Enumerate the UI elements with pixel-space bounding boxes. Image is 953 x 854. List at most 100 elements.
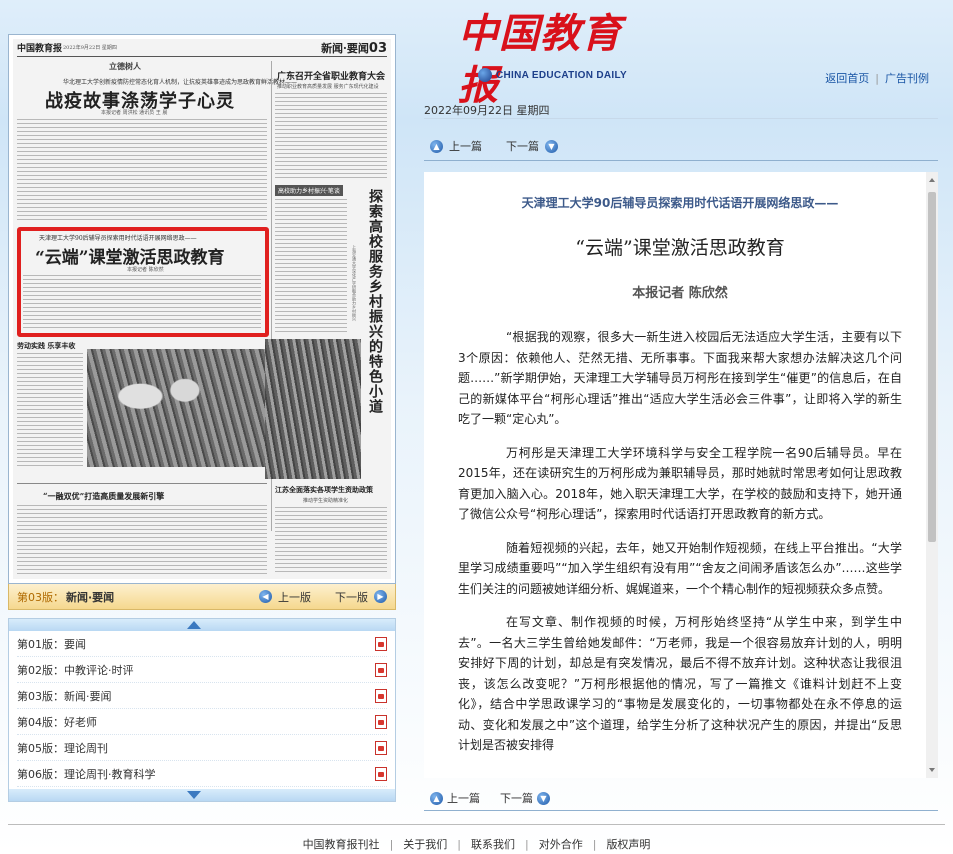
scroll-up-arrow-icon[interactable] [929,178,935,182]
page-list-item[interactable]: 第06版：理论周刊·教育科学 [17,761,387,787]
next-article-button[interactable]: 下一篇 ▼ [506,138,564,154]
article-subtitle: 天津理工大学90后辅导员探索用时代话语开展网络思政—— [521,196,839,210]
pdf-icon[interactable] [375,714,387,729]
right-story-byline: 推动职业教育高质量发展 服务广东现代化建设 [277,84,379,90]
article-nav-bottom: ▲ 上一篇 下一篇 ▼ [430,790,574,806]
page-list-label: 第06版：理论周刊·教育科学 [17,767,156,781]
home-link[interactable]: 返回首页 [825,72,869,85]
photo-caption: 劳动实践 乐享丰收 [17,341,76,350]
field-photo [265,339,361,479]
story1-text-block[interactable] [17,119,267,223]
right-story2-title[interactable]: 江苏全面落实各项学生资助政策 [275,485,373,495]
paper-section-number: 03 [368,41,387,56]
page-list-item[interactable]: 第03版：新闻·要闻 [17,683,387,709]
section-rule [17,483,267,484]
footer-separator: | [592,838,597,851]
right-story2-text-block[interactable] [275,507,387,575]
page-list-item[interactable]: 第05版：理论周刊 [17,735,387,761]
page-list-item[interactable]: 第04版：好老师 [17,709,387,735]
article-title: “云端”课堂激活思政教育 [575,237,785,259]
next-page-label: 下一版 [335,590,368,604]
page-list: 第01版：要闻 第02版：中教评论·时评 第03版：新闻·要闻 第04版：好老师… [8,618,396,802]
prev-article-label: 上一篇 [447,792,480,805]
page-list-label: 第05版：理论周刊 [17,741,108,755]
footer-link-publisher[interactable]: 中国教育报刊社 [303,838,380,851]
divider [424,160,938,161]
arrow-up-icon: ▲ [430,791,443,805]
article-paragraph: “根据我的观察，很多大一新生进入校园后无法适应大学生活，主要有以下3个原因：依赖… [458,330,902,426]
site-logo[interactable]: 中国教育报 CHINA EDUCATION DAILY [458,8,658,109]
page-nav-name: 新闻·要闻 [66,590,115,604]
paper-masthead: 中国教育报 [17,44,63,54]
pdf-icon[interactable] [375,636,387,651]
article-paragraph: 随着短视频的兴起，去年，她又开始制作短视频，在线上平台推出。“大学里学习成绩重要… [458,540,902,596]
scroll-down-button[interactable] [9,789,395,801]
article-author: 本报记者 陈欣然 [632,286,728,301]
arrow-left-icon: ◀ [259,590,272,603]
story3-text-block[interactable] [17,505,267,575]
article-body: “根据我的观察，很多大一新生进入校园后无法适应大学生活，主要有以下3个原因：依赖… [458,327,902,756]
divider [424,118,938,119]
next-article-button[interactable]: 下一篇 ▼ [500,790,554,806]
right-story-title[interactable]: 广东召开全省职业教育大会 [277,69,385,82]
page-nav-label: 第03版： [17,590,64,604]
right-story-text-block[interactable] [275,93,387,181]
paper-header: 中国教育报 2022年9月22日 星期四 新闻·要闻03 [17,41,387,57]
prev-article-button[interactable]: ▲ 上一篇 [430,790,480,806]
page-list-items: 第01版：要闻 第02版：中教评论·时评 第03版：新闻·要闻 第04版：好老师… [9,631,395,789]
scroll-down-arrow-icon[interactable] [929,768,935,772]
page-navigation: 第03版： 新闻·要闻 ◀ 上一版 下一版 ▶ [8,584,396,610]
footer-link-cooperation[interactable]: 对外合作 [539,838,583,851]
prev-article-button[interactable]: ▲ 上一篇 [430,138,482,154]
pdf-icon[interactable] [375,766,387,781]
page-list-label: 第02版：中教评论·时评 [17,663,134,677]
footer-separator: | [457,838,461,851]
photo-text-block [17,353,83,469]
column-text-block[interactable] [275,199,347,333]
footer: 中国教育报刊社 | 关于我们 | 联系我们 | 对外合作 | 版权声明 [0,836,953,852]
arrow-down-icon [187,791,201,799]
issue-date: 2022年09月22日 星期四 [424,104,550,117]
story1-subtitle: 华北理工大学创新疫情防控常态化育人机制，让抗疫英雄事迹成为思政教育鲜活教材—— [63,79,298,86]
left-panel: 中国教育报 2022年9月22日 星期四 新闻·要闻03 立德树人 华北理工大学… [8,34,396,802]
paper-date: 2022年9月22日 星期四 [63,45,117,51]
arrow-right-icon: ▶ [374,590,387,603]
article-scrollbar[interactable] [926,172,938,778]
newspaper-page-image[interactable]: 中国教育报 2022年9月22日 星期四 新闻·要闻03 立德树人 华北理工大学… [8,34,396,584]
right-story2-subtitle: 推动学生资助精准化 [303,498,349,504]
pdf-icon[interactable] [375,662,387,677]
prev-page-button[interactable]: ◀ 上一版 [259,589,311,605]
divider [424,810,938,811]
scrollbar-thumb[interactable] [928,192,936,542]
arrow-up-icon: ▲ [430,139,443,153]
page-list-item[interactable]: 第02版：中教评论·时评 [17,657,387,683]
harvest-photo[interactable] [87,349,265,467]
vertical-side-text: 上海交通大学深化产学研融合助力乡村振兴 [352,245,357,321]
footer-link-about[interactable]: 关于我们 [403,838,447,851]
scroll-up-button[interactable] [9,619,395,631]
next-page-button[interactable]: 下一版 ▶ [335,589,387,605]
footer-link-copyright[interactable]: 版权声明 [606,838,650,851]
story3-title[interactable]: “一融双优”打造高质量发展新引擎 [43,491,164,502]
vertical-story-title[interactable]: 探索高校服务乡村振兴的特色小道 [365,189,385,414]
paper-kicker: 立德树人 [109,61,141,71]
paper-section-label: 新闻·要闻 [321,42,369,55]
article-panel[interactable]: 天津理工大学90后辅导员探索用时代话语开展网络思政—— “云端”课堂激活思政教育… [424,172,938,778]
globe-icon [478,68,492,82]
article-nav-top: ▲ 上一篇 下一篇 ▼ [430,138,588,154]
footer-link-contact[interactable]: 联系我们 [471,838,515,851]
arrow-up-icon [187,621,201,629]
prev-article-label: 上一篇 [449,140,482,153]
story1-byline: 本报记者 周洪松 通讯员 王 晨 [101,110,168,116]
arrow-down-icon: ▼ [537,791,550,805]
article-paragraph: 万柯彤是天津理工大学环境科学与安全工程学院一名90后辅导员。早在2015年，还在… [458,445,902,522]
page-list-item[interactable]: 第01版：要闻 [17,631,387,657]
article-content: 天津理工大学90后辅导员探索用时代话语开展网络思政—— “云端”课堂激活思政教育… [424,172,938,756]
footer-separator: | [389,838,394,851]
pdf-icon[interactable] [375,740,387,755]
pdf-icon[interactable] [375,688,387,703]
logo-english: CHINA EDUCATION DAILY [478,68,627,82]
ad-rates-link[interactable]: 广告刊例 [885,72,929,85]
current-article-highlight[interactable] [17,227,269,337]
footer-divider [8,824,945,825]
